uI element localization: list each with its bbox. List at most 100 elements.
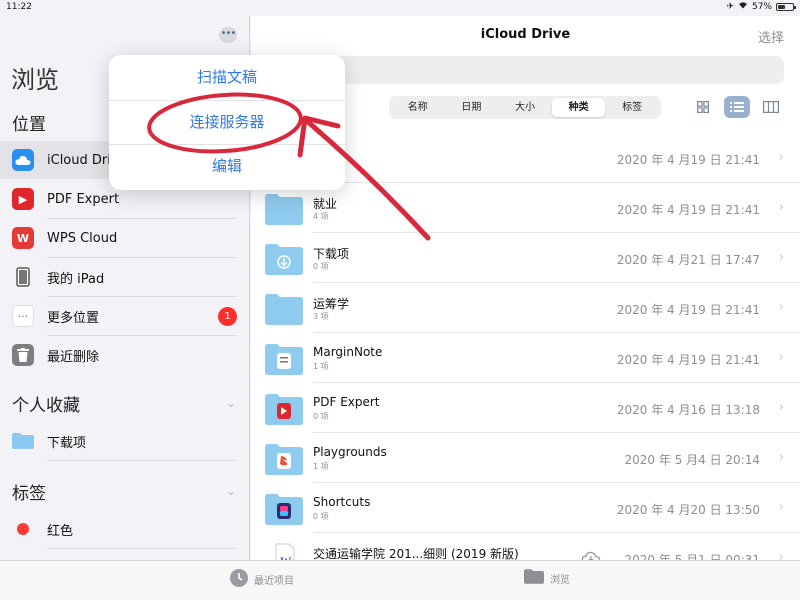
- sidebar-item-label: 红色: [47, 523, 74, 539]
- connect-to-server-menu-item[interactable]: 连接服务器: [109, 100, 345, 144]
- more-options-popover: 扫描文稿 连接服务器 编辑: [109, 55, 345, 190]
- wifi-icon: [738, 1, 748, 12]
- sidebar-item-downloads[interactable]: 下载项: [0, 422, 249, 460]
- file-name: MarginNote: [313, 345, 383, 359]
- sort-segmented-control: 名称 日期 大小 种类 标签: [389, 96, 661, 119]
- file-name: Playgrounds: [313, 445, 387, 459]
- tab-bar: 最近项目 浏览: [0, 560, 800, 600]
- file-row[interactable]: 就业 4 项 2020 年 4 月19 日 21:41 ›: [251, 183, 800, 233]
- battery-percent: 57%: [751, 1, 772, 12]
- file-date: 2020 年 4 月19 日 21:41: [616, 303, 760, 317]
- file-name: Shortcuts: [313, 495, 371, 509]
- marginnote-folder-icon: [265, 344, 303, 375]
- airplane-icon: ✈: [726, 1, 734, 12]
- file-row[interactable]: 运筹学 3 项 2020 年 4 月19 日 21:41 ›: [251, 283, 800, 333]
- scan-documents-menu-item[interactable]: 扫描文稿: [109, 55, 345, 99]
- chevron-right-icon: ›: [778, 300, 784, 315]
- more-options-button[interactable]: •••: [219, 27, 237, 43]
- folder-icon: [12, 430, 34, 452]
- list-view-icon[interactable]: [724, 96, 750, 118]
- file-date: 2020 年 4 月19 日 21:41: [616, 203, 760, 217]
- status-time: 11:22: [6, 2, 32, 12]
- file-item-count: 1 项: [313, 462, 329, 471]
- file-row[interactable]: 下载项 0 项 2020 年 4 月21 日 17:47 ›: [251, 233, 800, 283]
- sidebar-item-tag-red[interactable]: 红色: [0, 510, 249, 548]
- file-name: 运筹学: [313, 297, 350, 311]
- trash-icon: [12, 344, 34, 366]
- tab-label: 最近项目: [254, 576, 294, 587]
- section-header-locations: 位置: [12, 115, 46, 135]
- file-row[interactable]: PDF Expert 0 项 2020 年 4 月16 日 13:18 ›: [251, 383, 800, 433]
- view-mode-switcher: [690, 96, 784, 118]
- file-name: 就业: [313, 197, 338, 211]
- section-header-tags: 标签: [12, 484, 46, 504]
- pdf-expert-icon: ▶: [12, 188, 34, 210]
- download-folder-icon: [265, 244, 303, 275]
- file-date: 2020 年 4 月21 日 17:47: [616, 253, 760, 267]
- tab-label: 浏览: [550, 574, 570, 586]
- file-row[interactable]: W 交通运输学院 201...细则 (2019 新版) 2020 年 5 月1 日 …: [251, 533, 800, 560]
- folder-icon: [265, 194, 303, 225]
- notification-badge: 1: [218, 306, 237, 326]
- sidebar-item-label: PDF Expert: [47, 191, 120, 207]
- sort-tab-size[interactable]: 大小: [498, 98, 552, 117]
- column-view-icon[interactable]: [758, 96, 784, 118]
- grid-view-icon[interactable]: [690, 96, 716, 118]
- file-item-count: 1 项: [313, 362, 329, 371]
- sort-tab-name[interactable]: 名称: [391, 98, 445, 117]
- sidebar-item-my-ipad[interactable]: 我的 iPad: [0, 258, 249, 296]
- sort-tab-tags[interactable]: 标签: [605, 98, 659, 117]
- chevron-right-icon: ›: [778, 350, 784, 365]
- sidebar-item-recently-deleted[interactable]: 最近删除: [0, 336, 249, 374]
- chevron-right-icon: ›: [778, 200, 784, 215]
- file-row[interactable]: Playgrounds 1 项 2020 年 5 月4 日 20:14 ›: [251, 433, 800, 483]
- file-item-count: 0 项: [313, 412, 329, 421]
- sidebar-item-label: 下载项: [47, 435, 87, 451]
- file-date: 2020 年 5 月1 日 00:31: [624, 553, 760, 560]
- sidebar-item-label: 更多位置: [47, 310, 100, 326]
- file-date: 2020 年 5 月4 日 20:14: [624, 453, 760, 467]
- wps-icon: W: [12, 227, 34, 249]
- battery-icon: [776, 2, 796, 11]
- word-doc-icon: W: [275, 543, 295, 560]
- status-bar: 11:22 ✈ 57%: [0, 0, 800, 16]
- chevron-right-icon: ›: [778, 250, 784, 265]
- chevron-right-icon: ›: [778, 450, 784, 465]
- sidebar-title: 浏览: [11, 66, 59, 94]
- swift-folder-icon: [265, 444, 303, 475]
- more-icon: ···: [12, 305, 34, 327]
- file-item-count: 4 项: [313, 212, 329, 221]
- folder-icon: [524, 569, 544, 587]
- sidebar-item-label: 我的 iPad: [47, 271, 105, 287]
- tab-recents[interactable]: 最近项目: [230, 569, 294, 590]
- edit-menu-item[interactable]: 编辑: [109, 144, 345, 188]
- sort-tab-date[interactable]: 日期: [445, 98, 499, 117]
- pdf-expert-folder-icon: [265, 394, 303, 425]
- sidebar-item-label: WPS Cloud: [47, 230, 118, 246]
- file-name: 交通运输学院 201...细则 (2019 新版): [313, 547, 519, 560]
- cloud-download-icon[interactable]: [581, 549, 601, 560]
- chevron-right-icon: ›: [778, 500, 784, 515]
- file-item-count: 3 项: [313, 312, 329, 321]
- page-title: iCloud Drive: [480, 27, 571, 42]
- tab-browse[interactable]: 浏览: [524, 569, 570, 587]
- select-button[interactable]: 选择: [758, 27, 784, 46]
- sort-tab-kind[interactable]: 种类: [551, 98, 606, 117]
- chevron-down-icon[interactable]: ⌄: [226, 484, 236, 498]
- file-date: 2020 年 4 月20 日 13:50: [616, 503, 760, 517]
- clock-icon: [230, 569, 248, 590]
- sidebar-item-label: 最近删除: [47, 349, 100, 365]
- file-date: 2020 年 4 月19 日 21:41: [616, 353, 760, 367]
- sidebar-item-more-locations[interactable]: ··· 更多位置 1: [0, 297, 249, 335]
- chevron-right-icon: ›: [778, 550, 784, 560]
- chevron-down-icon[interactable]: ⌄: [226, 396, 236, 410]
- shortcuts-folder-icon: [265, 494, 303, 525]
- file-row[interactable]: Shortcuts 0 项 2020 年 4 月20 日 13:50 ›: [251, 483, 800, 533]
- file-date: 2020 年 4 月16 日 13:18: [616, 403, 760, 417]
- sidebar-item-wps-cloud[interactable]: W WPS Cloud: [0, 219, 249, 257]
- chevron-right-icon: ›: [778, 150, 784, 165]
- file-date: 2020 年 4 月19 日 21:41: [616, 153, 760, 167]
- file-item-count: 0 项: [313, 262, 329, 271]
- file-row[interactable]: MarginNote 1 项 2020 年 4 月19 日 21:41 ›: [251, 333, 800, 383]
- file-item-count: 0 项: [313, 512, 329, 521]
